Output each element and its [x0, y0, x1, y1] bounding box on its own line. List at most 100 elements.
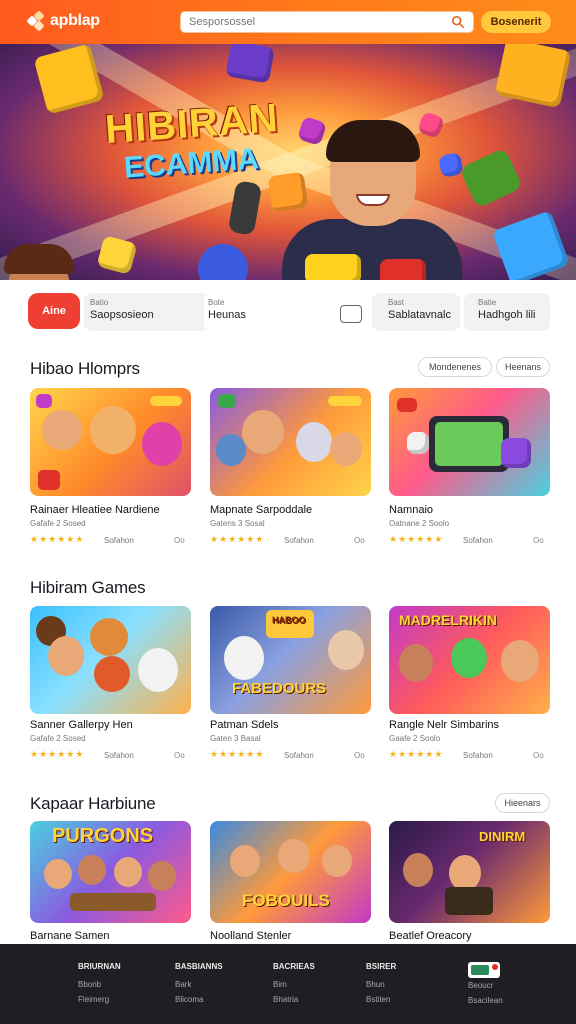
filter-chip-caption: Batie	[478, 298, 497, 307]
game-thumbnail: FOBOUILS	[210, 821, 371, 923]
game-meta: Gafafe 2 Sosed	[30, 734, 86, 743]
filter-chip[interactable]: Batio Saopsosieon	[84, 293, 210, 331]
character-face	[501, 640, 539, 682]
game-card[interactable]: MADRELRIKIN Rangle Nelr Simbarins Gaafe …	[389, 606, 550, 766]
game-badge-icon	[38, 470, 60, 490]
logo-icon	[26, 10, 46, 32]
site-footer: BRIURNAN Bbonb Fleimerg BASBIANNS Bark B…	[0, 944, 576, 1024]
section-filter-pill[interactable]: Heenans	[496, 357, 550, 377]
footer-link[interactable]: Bstiten	[366, 995, 396, 1004]
footer-link[interactable]: Fleimerg	[78, 995, 121, 1004]
game-card[interactable]: HABOO FABEDOURS Patman Sdels Gaten 3 Bas…	[210, 606, 371, 766]
character-face	[148, 861, 176, 891]
rating-count: Sofahon	[284, 751, 314, 760]
footer-link[interactable]: Bim	[273, 980, 315, 989]
rating-stars: ★★★★★★	[210, 534, 265, 544]
character-face	[242, 410, 284, 454]
hero-banner[interactable]: HIBIRAN ECAMMA	[0, 44, 576, 280]
filter-chip[interactable]: Bast Sablatavnalc	[372, 293, 460, 331]
game-card[interactable]: Sanner Gallerpy Hen Gafafe 2 Sosed ★★★★★…	[30, 606, 191, 766]
footer-link[interactable]: Bark	[175, 980, 223, 989]
header-cta-button[interactable]: Bosenerit	[481, 11, 551, 33]
game-card[interactable]: DINIRM Beatlef Oreacory	[389, 821, 550, 944]
card-number: Oo	[354, 751, 365, 760]
section-title: Hibiram Games	[30, 578, 146, 597]
game-thumbnail: DINIRM	[389, 821, 550, 923]
filter-chip-value: Sablatavnalc	[388, 309, 451, 321]
footer-column: BACRIEAS Bim Bhatria	[273, 962, 315, 1010]
top-navigation-bar: apblap Bosenerit	[0, 0, 576, 44]
character-face	[230, 845, 260, 877]
rating-count: Sofahon	[463, 536, 493, 545]
cartoon-character-hair	[4, 244, 74, 274]
game-meta: Gaafe 2 Soolo	[389, 734, 441, 743]
filter-chip[interactable]: Batie Hadhgoh lili	[464, 293, 550, 331]
brand-logo[interactable]: apblap	[26, 10, 100, 32]
game-card[interactable]: PURGONS Barnane Samen	[30, 821, 191, 944]
game-title: Namnaio	[389, 504, 434, 516]
tablet-screen	[435, 422, 503, 466]
card-number: Oo	[533, 751, 544, 760]
game-meta: Oatnane 2 Soolo	[389, 519, 450, 528]
section-title: Hibao Hlomprs	[30, 359, 140, 378]
game-badge-icon	[397, 398, 417, 412]
search-icon[interactable]	[451, 15, 465, 29]
filter-bar: Aine Batio Saopsosieon Bote Heunas Bast …	[28, 293, 550, 331]
character-face	[449, 855, 481, 891]
game-title: Barnane Samen	[30, 930, 110, 942]
footer-column-heading: BSIRER	[366, 962, 397, 971]
character-face	[114, 857, 142, 887]
footer-link[interactable]: Bsacilean	[468, 996, 503, 1005]
section-filter-pill[interactable]: Hieenars	[495, 793, 550, 813]
search-input[interactable]	[189, 16, 451, 28]
character-face	[216, 434, 246, 466]
section-filter-pill[interactable]: Mondenenes	[418, 357, 492, 377]
game-card[interactable]: Rainaer Hleatiee Nardiene Gafafe 2 Sosed…	[30, 388, 191, 548]
window-icon[interactable]	[340, 305, 362, 323]
character-face	[296, 422, 332, 462]
filter-chip-caption: Batio	[90, 298, 109, 307]
filter-chip[interactable]: Bote Heunas	[204, 293, 334, 331]
thumbnail-banner-text: PURGONS	[52, 825, 154, 847]
footer-link[interactable]: Blicoma	[175, 995, 223, 1004]
game-thumbnail: HABOO FABEDOURS	[210, 606, 371, 714]
game-title: Rainaer Hleatiee Nardiene	[30, 504, 160, 516]
filter-chip-value: Hadhgoh lili	[478, 309, 536, 321]
footer-link[interactable]: Beoucr	[468, 981, 503, 990]
rating-stars: ★★★★★★	[30, 534, 85, 544]
thumbnail-banner-text: FOBOUILS	[242, 891, 330, 910]
character-face	[278, 839, 310, 873]
game-card[interactable]: Namnaio Oatnane 2 Soolo ★★★★★★ Sofahon O…	[389, 388, 550, 548]
footer-link[interactable]: Bhatria	[273, 995, 315, 1004]
filter-chip-caption: Bote	[208, 298, 225, 307]
rating-count: Sofahon	[284, 536, 314, 545]
card-number: Oo	[533, 536, 544, 545]
character-face	[224, 636, 264, 680]
character-face	[328, 630, 364, 670]
character-face	[138, 648, 178, 692]
filter-chip-value: Heunas	[208, 309, 246, 321]
game-thumbnail: PURGONS	[30, 821, 191, 923]
book-icon	[445, 887, 493, 915]
filter-chip-primary[interactable]: Aine	[28, 293, 80, 329]
character-face	[142, 422, 182, 466]
app-store-badge-icon[interactable]	[468, 962, 500, 978]
game-ball-icon	[198, 244, 248, 280]
character-face	[330, 432, 362, 466]
footer-link[interactable]: Bhun	[366, 980, 396, 989]
filter-chip-value: Saopsosieon	[90, 309, 154, 321]
search-bar[interactable]	[180, 11, 474, 33]
footer-column: BRIURNAN Bbonb Fleimerg	[78, 962, 121, 1010]
game-card[interactable]: FOBOUILS Noolland Stenler	[210, 821, 371, 944]
card-number: Oo	[174, 536, 185, 545]
game-cube-icon	[501, 438, 531, 468]
game-badge-icon	[218, 394, 236, 408]
thumbnail-banner-text: MADRELRIKIN	[399, 612, 497, 628]
section-title: Kapaar Harbiune	[30, 794, 156, 813]
game-card[interactable]: Mapnate Sarpoddale Gatens 3 Sosal ★★★★★★…	[210, 388, 371, 548]
thumbnail-banner-text: DINIRM	[479, 829, 526, 844]
game-thumbnail: MADRELRIKIN	[389, 606, 550, 714]
game-title: Noolland Stenler	[210, 930, 292, 942]
character-face	[90, 618, 128, 656]
footer-link[interactable]: Bbonb	[78, 980, 121, 989]
